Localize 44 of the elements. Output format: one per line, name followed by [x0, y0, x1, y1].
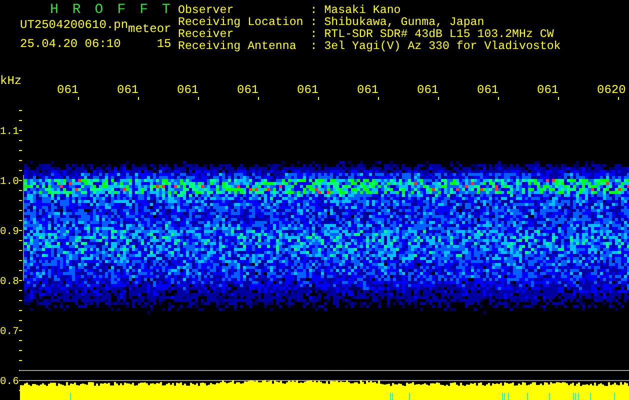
info-label: Receiving Location: [178, 17, 304, 29]
frequency-label: 1.0: [0, 176, 19, 188]
info-separator: :: [310, 17, 318, 29]
time-tick: [78, 97, 79, 100]
time-label: 061: [417, 83, 439, 97]
count: 15: [156, 37, 172, 52]
timestamp: 25.04.20 06:10: [20, 37, 121, 52]
info-value: Masaki Kano: [324, 5, 402, 17]
time-label: 061: [237, 83, 259, 97]
time-tick: [258, 97, 259, 100]
frequency-label: 0.7: [0, 326, 19, 338]
time-label: 061: [477, 83, 499, 97]
info-label: Receiver: [178, 29, 234, 41]
time-label: 061: [117, 83, 139, 97]
time-tick: [198, 97, 199, 100]
info-value: Shibukawa, Gunma, Japan: [324, 17, 486, 29]
frequency-label: 0.6: [0, 376, 19, 388]
time-tick: [618, 97, 619, 100]
info-separator: :: [310, 5, 318, 17]
time-tick: [318, 97, 319, 100]
unit-label: kHz: [0, 74, 22, 88]
time-tick: [138, 97, 139, 100]
time-label: 061: [537, 83, 559, 97]
info-value: RTL-SDR SDR# 43dB L15 103.2MHz CW: [324, 29, 554, 41]
info-separator: :: [310, 29, 318, 41]
info-label: Observer: [178, 5, 234, 17]
frequency-label: 1.1: [0, 126, 19, 138]
time-label: 061: [297, 83, 319, 97]
info-separator: :: [310, 41, 318, 53]
app-title: HROFFT: [49, 3, 178, 18]
time-label: 061: [177, 83, 199, 97]
time-label: 061: [357, 83, 379, 97]
mode-label: meteor: [128, 22, 172, 37]
time-label: 061: [57, 83, 79, 97]
frequency-label: 0.8: [0, 276, 19, 288]
frequency-label: 0.9: [0, 226, 19, 238]
time-tick: [498, 97, 499, 100]
file-name: UT2504200610.pn: [20, 18, 128, 34]
time-label: 0620: [597, 83, 626, 97]
time-tick: [438, 97, 439, 100]
info-value: 3el Yagi(V) Az 330 for Vladivostok: [324, 41, 561, 53]
time-tick: [378, 97, 379, 100]
time-tick: [558, 97, 559, 100]
info-label: Receiving Antenna: [178, 41, 298, 53]
